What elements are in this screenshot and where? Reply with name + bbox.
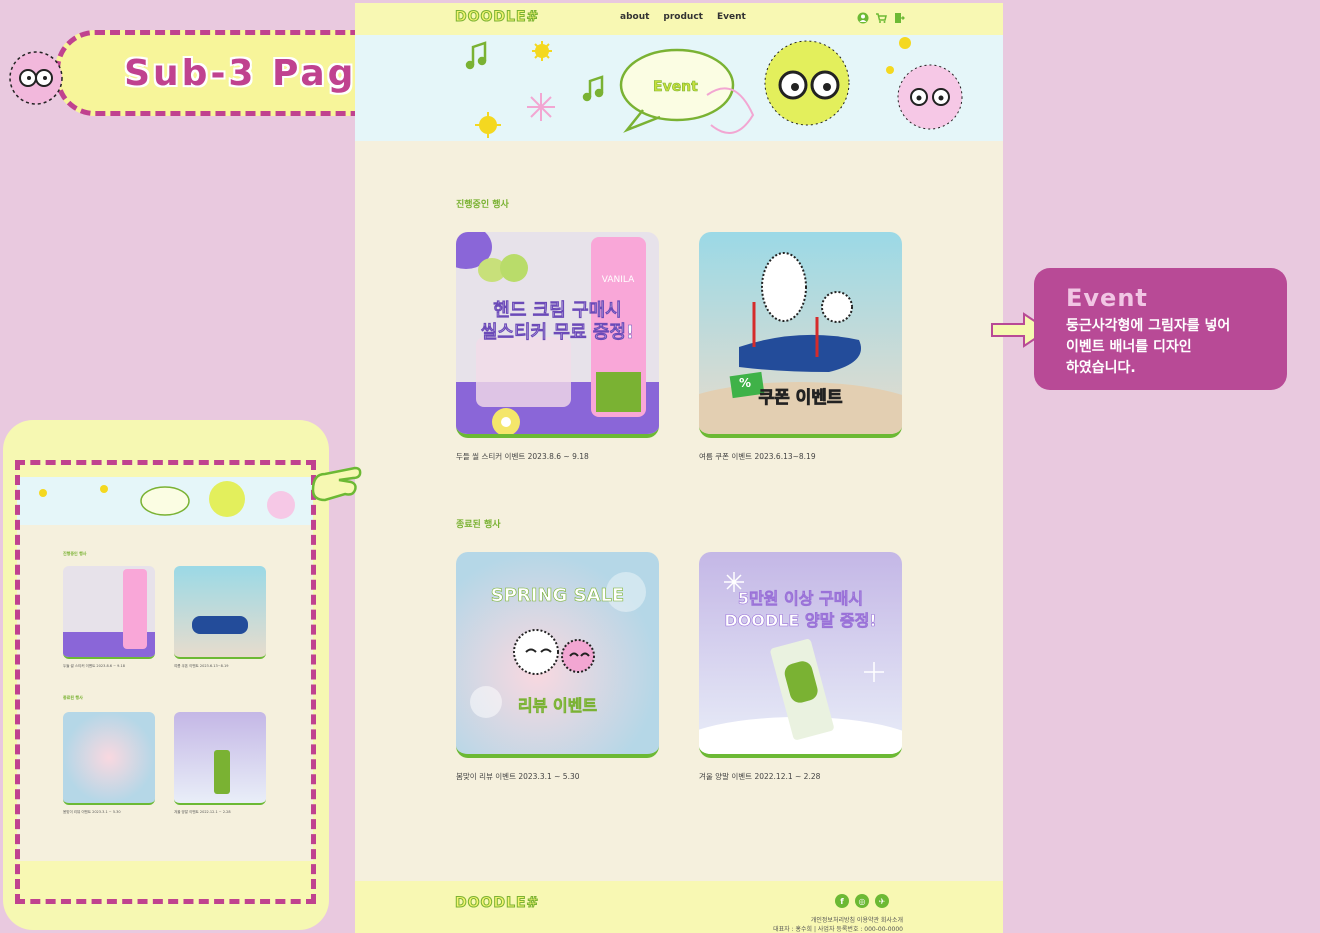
mini-page-preview: 진행중인 행사 두들 씰 스티커 이벤트 2023.8.6 ~ 9.18 여름 … — [3, 420, 329, 930]
tube-text: VANILA — [602, 275, 635, 285]
nav-menu: about product Event — [620, 12, 746, 22]
footer: DOODLE# f ◎ ✈ 개인정보처리방침 이용약관 회사소개 대표자 : 홍… — [355, 881, 1003, 933]
mini-highlight-frame — [15, 460, 316, 904]
nav-about[interactable]: about — [620, 12, 649, 22]
event-card-title: 핸드 크림 구매시 씰스티커 무료 증정! — [480, 300, 635, 344]
event-card-subtitle: 리뷰 이벤트 — [517, 696, 598, 716]
card-winter-illustration — [699, 572, 902, 754]
nav-icons — [857, 12, 905, 24]
footer-logo[interactable]: DOODLE# — [454, 895, 539, 912]
pointing-hand-icon — [311, 466, 362, 502]
event-card-title: 쿠폰 이벤트 — [758, 388, 843, 409]
card-spring-illustration — [470, 572, 646, 718]
event-card-spring[interactable]: SPRING SALE 리뷰 이벤트 — [456, 552, 659, 758]
event-card-sticker[interactable]: VANILA 핸드 크림 구매시 씰스티커 무료 증정! — [456, 232, 659, 438]
footer-links[interactable]: 개인정보처리방침 이용약관 회사소개 — [811, 915, 903, 924]
callout-line: 하였습니다. — [1066, 360, 1136, 376]
site-logo[interactable]: DOODLE# — [454, 9, 539, 26]
event-card-title: 5만원 이상 구매시 DOODLE 양말 증정! — [724, 589, 877, 631]
banner-bubble-label: Event — [653, 79, 698, 96]
twitter-icon[interactable]: ✈ — [875, 894, 889, 908]
nav-event[interactable]: Event — [717, 12, 746, 22]
event-caption: 봄맞이 리뷰 이벤트 2023.3.1 ~ 5.30 — [456, 772, 580, 781]
callout-line: 이벤트 배너를 디자인 — [1066, 339, 1192, 355]
section-ongoing-title: 진행중인 행사 — [456, 200, 509, 210]
event-card-winter[interactable]: 5만원 이상 구매시 DOODLE 양말 증정! — [699, 552, 902, 758]
event-card-coupon[interactable]: % 쿠폰 이벤트 — [699, 232, 902, 438]
instagram-icon[interactable]: ◎ — [855, 894, 869, 908]
callout-line: 둥근사각형에 그림자를 넣어 — [1066, 318, 1231, 334]
event-caption: 여름 쿠폰 이벤트 2023.6.13~8.19 — [699, 452, 816, 461]
user-icon[interactable] — [857, 12, 869, 24]
nav-product[interactable]: product — [663, 12, 703, 22]
event-card-title: SPRING SALE — [490, 585, 625, 607]
logout-icon[interactable] — [893, 12, 905, 24]
callout-description: 둥근사각형에 그림자를 넣어 이벤트 배너를 디자인 하였습니다. — [1066, 316, 1287, 379]
footer-info: 대표자 : 홍수희 | 사업자 등록번호 : 000-00-0000 — [773, 926, 903, 933]
page-label-text: Sub-3 Page — [124, 52, 384, 94]
top-nav: DOODLE# about product Event — [355, 3, 1003, 35]
social-links: f ◎ ✈ — [835, 894, 889, 908]
event-caption: 겨울 양말 이벤트 2022.12.1 ~ 2.28 — [699, 772, 821, 781]
cart-icon[interactable] — [875, 12, 887, 24]
event-banner: Event — [355, 35, 1003, 141]
facebook-icon[interactable]: f — [835, 894, 849, 908]
fuzzy-character-icon — [9, 51, 63, 105]
callout-title: Event — [1066, 284, 1148, 312]
section-ended-title: 종료된 행사 — [456, 520, 501, 530]
event-caption: 두들 씰 스티커 이벤트 2023.8.6 ~ 9.18 — [456, 452, 589, 461]
annotation-callout: Event 둥근사각형에 그림자를 넣어 이벤트 배너를 디자인 하였습니다. — [1034, 268, 1287, 390]
event-page: DOODLE# about product Event Event 진행중인 행… — [355, 3, 1003, 933]
